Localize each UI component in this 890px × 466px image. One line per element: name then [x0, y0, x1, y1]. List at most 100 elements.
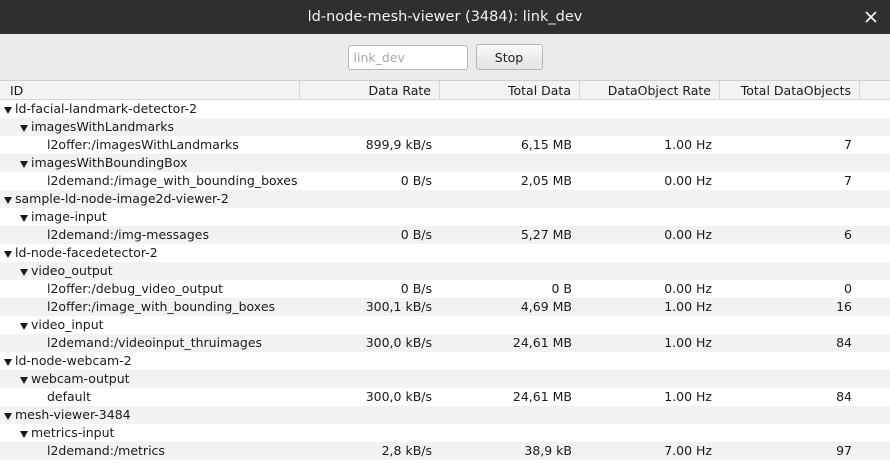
tree-row-label: l2demand:/image_with_bounding_boxes — [47, 173, 298, 188]
row-spacer — [860, 298, 890, 316]
tree-row[interactable]: video_input — [0, 316, 890, 334]
tree-rows: ld-facial-landmark-detector-2 imagesWithL… — [0, 100, 890, 460]
tree-row[interactable]: ld-facial-landmark-detector-2 — [0, 100, 890, 118]
dataobject-rate-cell — [580, 352, 720, 370]
tree-row[interactable]: imagesWithLandmarks — [0, 118, 890, 136]
row-spacer — [860, 172, 890, 190]
tree-row[interactable]: l2demand:/image_with_bounding_boxes 0 B/s… — [0, 172, 890, 190]
tree-row[interactable]: metrics-input — [0, 424, 890, 442]
tree-row-id-cell: ld-facial-landmark-detector-2 — [0, 100, 300, 118]
total-data-cell: 4,69 MB — [520, 299, 572, 314]
tree-row[interactable]: webcam-output — [0, 370, 890, 388]
tree-row[interactable]: video_output — [0, 262, 890, 280]
tree-row-label: l2demand:/metrics — [47, 443, 165, 458]
expander-arrow-icon[interactable] — [3, 100, 13, 118]
data-rate-cell: 300,0 kB/s — [365, 389, 432, 404]
total-dataobjects-cell — [720, 190, 860, 208]
tree-row-label: l2demand:/videoinput_thruimages — [47, 335, 263, 350]
expander-arrow-icon[interactable] — [19, 262, 29, 280]
tree-row[interactable]: l2demand:/metrics 2,8 kB/s 38,9 kB 7.00 Hz 9… — [0, 442, 890, 460]
tree-row[interactable]: image-input — [0, 208, 890, 226]
dataobject-rate-cell — [580, 190, 720, 208]
expander-arrow-icon[interactable] — [3, 190, 13, 208]
total-data-cell: 24,61 MB — [512, 335, 572, 350]
expander-arrow-icon[interactable] — [19, 154, 29, 172]
tree-row-id-cell: l2offer:/image_with_bounding_boxes — [0, 298, 300, 316]
metrics-tree-view[interactable]: ID Data Rate Total Data DataObject Rate … — [0, 81, 890, 460]
total-dataobjects-cell: 6 — [844, 227, 852, 242]
tree-row[interactable]: l2demand:/videoinput_thruimages 300,0 kB/… — [0, 334, 890, 352]
row-spacer — [860, 280, 890, 298]
data-rate-cell — [300, 190, 440, 208]
tree-row-label: imagesWithLandmarks — [31, 119, 175, 134]
column-header-data-rate[interactable]: Data Rate — [300, 81, 440, 99]
total-data-cell — [440, 262, 580, 280]
tree-row[interactable]: l2offer:/image_with_bounding_boxes 300,1 … — [0, 298, 890, 316]
column-header-total-dataobjects[interactable]: Total DataObjects — [720, 81, 860, 99]
expander-arrow-icon[interactable] — [3, 352, 13, 370]
row-spacer — [860, 118, 890, 136]
tree-row[interactable]: mesh-viewer-3484 — [0, 406, 890, 424]
total-dataobjects-cell — [720, 406, 860, 424]
tree-row-label: l2offer:/image_with_bounding_boxes — [47, 299, 276, 314]
close-icon[interactable] — [862, 8, 880, 26]
dataobject-rate-cell — [580, 316, 720, 334]
column-header-id[interactable]: ID — [0, 81, 300, 99]
expander-arrow-icon[interactable] — [3, 244, 13, 262]
total-data-cell — [440, 352, 580, 370]
total-data-cell — [440, 118, 580, 136]
row-spacer — [860, 226, 890, 244]
row-spacer — [860, 370, 890, 388]
tree-row[interactable]: ld-node-facedetector-2 — [0, 244, 890, 262]
tree-row-label: l2offer:/imagesWithLandmarks — [47, 137, 239, 152]
expander-arrow-icon[interactable] — [19, 118, 29, 136]
tree-row-id-cell: l2demand:/image_with_bounding_boxes — [0, 172, 300, 190]
total-data-cell — [440, 100, 580, 118]
total-data-cell — [440, 154, 580, 172]
total-dataobjects-cell — [720, 208, 860, 226]
expander-arrow-icon[interactable] — [19, 208, 29, 226]
tree-row-label: mesh-viewer-3484 — [15, 407, 131, 422]
row-spacer — [860, 442, 890, 460]
dataobject-rate-cell — [580, 406, 720, 424]
total-data-cell — [440, 316, 580, 334]
data-rate-cell — [300, 208, 440, 226]
total-data-cell: 2,05 MB — [520, 173, 572, 188]
data-rate-cell — [300, 424, 440, 442]
row-spacer — [860, 316, 890, 334]
tree-row-label: imagesWithBoundingBox — [31, 155, 188, 170]
total-dataobjects-cell: 0 — [844, 281, 852, 296]
total-data-cell: 0 B — [551, 281, 572, 296]
total-data-cell: 24,61 MB — [512, 389, 572, 404]
tree-row[interactable]: sample-ld-node-image2d-viewer-2 — [0, 190, 890, 208]
expander-arrow-icon[interactable] — [3, 406, 13, 424]
total-dataobjects-cell — [720, 316, 860, 334]
column-header-total-data[interactable]: Total Data — [440, 81, 580, 99]
filter-input[interactable] — [347, 44, 468, 70]
data-rate-cell — [300, 406, 440, 424]
tree-row[interactable]: l2offer:/debug_video_output 0 B/s 0 B 0.00 … — [0, 280, 890, 298]
tree-row[interactable]: l2offer:/imagesWithLandmarks 899,9 kB/s 6,… — [0, 136, 890, 154]
column-header-dataobject-rate[interactable]: DataObject Rate — [580, 81, 720, 99]
data-rate-cell — [300, 244, 440, 262]
column-header-spacer — [860, 81, 890, 99]
expander-arrow-icon[interactable] — [19, 316, 29, 334]
tree-row[interactable]: imagesWithBoundingBox — [0, 154, 890, 172]
dataobject-rate-cell — [580, 154, 720, 172]
tree-row-id-cell: imagesWithBoundingBox — [0, 154, 300, 172]
row-spacer — [860, 334, 890, 352]
dataobject-rate-cell: 0.00 Hz — [664, 227, 712, 242]
expander-arrow-icon[interactable] — [19, 424, 29, 442]
tree-row[interactable]: default 300,0 kB/s 24,61 MB 1.00 Hz 84 — [0, 388, 890, 406]
expander-arrow-icon[interactable] — [19, 370, 29, 388]
dataobject-rate-cell: 1.00 Hz — [664, 137, 712, 152]
data-rate-cell — [300, 100, 440, 118]
data-rate-cell: 0 B/s — [400, 281, 432, 296]
tree-row[interactable]: ld-node-webcam-2 — [0, 352, 890, 370]
stop-button[interactable]: Stop — [475, 44, 543, 70]
total-dataobjects-cell: 84 — [836, 335, 852, 350]
toolbar: Stop — [0, 34, 890, 81]
data-rate-cell: 0 B/s — [400, 227, 432, 242]
tree-row[interactable]: l2demand:/img-messages 0 B/s 5,27 MB 0.00 H… — [0, 226, 890, 244]
dataobject-rate-cell — [580, 100, 720, 118]
